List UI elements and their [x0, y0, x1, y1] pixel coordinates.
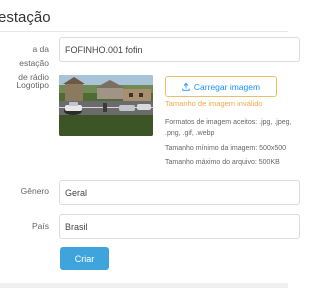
logo-preview-image — [59, 75, 153, 136]
create-button[interactable]: Criar — [60, 247, 109, 270]
page-title: estação — [0, 9, 51, 26]
country-input[interactable] — [59, 214, 300, 239]
genre-label: Gênero — [20, 186, 49, 196]
upload-image-button[interactable]: Carregar imagem — [165, 76, 277, 97]
station-name-label-line1: a da estação — [19, 44, 49, 68]
upload-icon — [182, 82, 190, 91]
min-size-hint: Tamanho mínimo da imagem: 500x500 — [165, 145, 287, 152]
formats-hint-line2: .png, .gif, .webp — [165, 130, 215, 137]
logo-label: Logotipo — [16, 80, 49, 90]
logo-preview-scene — [59, 75, 153, 136]
upload-image-label: Carregar imagem — [193, 81, 261, 92]
country-label: País — [31, 221, 49, 231]
header-divider — [0, 31, 288, 32]
station-name-input[interactable] — [59, 37, 300, 62]
formats-hint-line1: Formatos de imagem aceitos: .jpg, .jpeg, — [165, 119, 292, 126]
image-error-text: Tamanho de imagem inválido — [165, 99, 263, 108]
genre-input[interactable] — [59, 180, 300, 205]
page-footer-strip — [0, 283, 288, 288]
max-size-hint: Tamanho máximo do arquivo: 500KB — [165, 159, 280, 166]
